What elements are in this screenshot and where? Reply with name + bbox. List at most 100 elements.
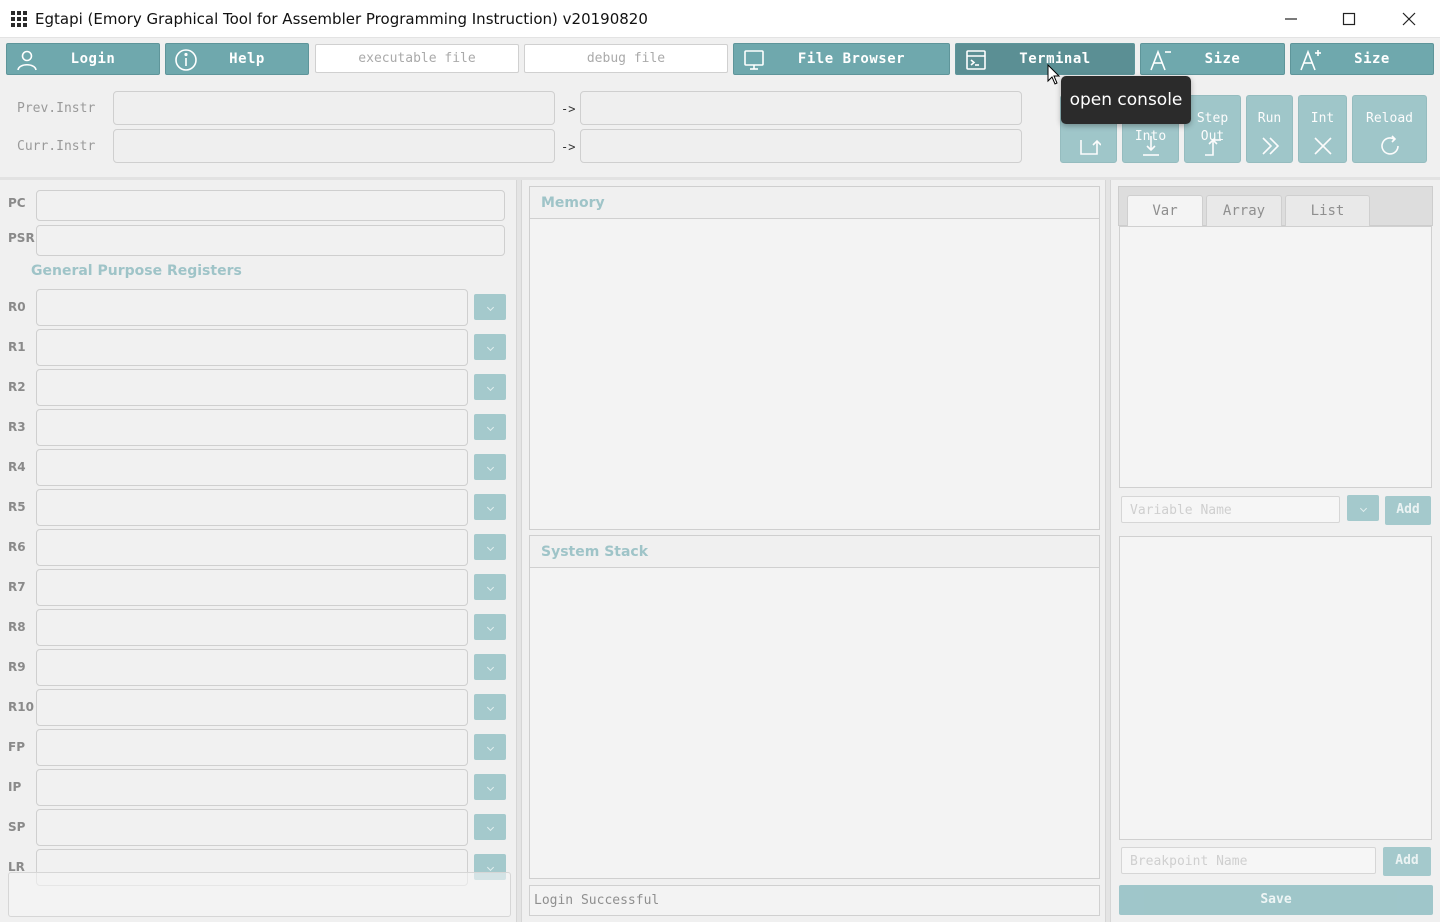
system-stack-panel: System Stack <box>529 535 1100 879</box>
curr-instr-arrow: -> <box>561 140 576 154</box>
register-format-dropdown[interactable] <box>474 534 506 560</box>
size-up-label: Size <box>1354 51 1390 67</box>
register-label: R2 <box>8 380 26 394</box>
help-label: Help <box>229 51 265 67</box>
step-over-icon <box>1077 134 1102 158</box>
register-format-dropdown[interactable] <box>474 374 506 400</box>
file-browser-label: File Browser <box>797 51 906 67</box>
close-icon[interactable] <box>1380 0 1438 38</box>
pc-label: PC <box>8 196 26 210</box>
register-format-dropdown[interactable] <box>474 614 506 640</box>
prev-instr-field <box>113 91 555 125</box>
gpr-title: General Purpose Registers <box>31 263 242 279</box>
variable-type-dropdown[interactable] <box>1347 495 1379 521</box>
register-value-field <box>36 769 468 806</box>
font-size-decrease-button[interactable]: Size <box>1140 43 1285 75</box>
executable-file-input[interactable]: executable file <box>315 44 519 73</box>
register-format-dropdown[interactable] <box>474 814 506 840</box>
left-splitter[interactable] <box>516 180 522 922</box>
interrupt-button[interactable]: Int <box>1298 95 1347 163</box>
left-bottom-box <box>8 872 511 917</box>
register-format-dropdown[interactable] <box>474 694 506 720</box>
tab-array[interactable]: Array <box>1206 195 1282 226</box>
pc-field <box>36 190 505 221</box>
tab-list[interactable]: List <box>1285 195 1370 226</box>
register-value-field <box>36 609 468 646</box>
font-size-increase-button[interactable]: Size <box>1290 43 1434 75</box>
register-format-dropdown[interactable] <box>474 734 506 760</box>
register-label: R8 <box>8 620 26 634</box>
register-format-dropdown[interactable] <box>474 654 506 680</box>
register-label: R9 <box>8 660 26 674</box>
minimize-icon[interactable] <box>1262 0 1320 38</box>
register-format-dropdown[interactable] <box>474 414 506 440</box>
status-field: Login Successful <box>529 885 1100 916</box>
breakpoint-name-input[interactable]: Breakpoint Name <box>1121 847 1376 874</box>
file-browser-button[interactable]: File Browser <box>733 43 950 75</box>
register-value-field <box>36 729 468 766</box>
add-variable-button[interactable]: Add <box>1385 496 1431 525</box>
register-value-field <box>36 369 468 406</box>
run-button[interactable]: Run <box>1246 95 1293 163</box>
prev-instr-result-field <box>580 91 1022 125</box>
reload-label: Reload <box>1366 111 1413 126</box>
psr-field <box>36 225 505 256</box>
mouse-cursor-icon <box>1047 64 1061 85</box>
curr-instr-result-field <box>580 129 1022 163</box>
variable-list <box>1119 226 1432 488</box>
register-value-field <box>36 809 468 846</box>
register-label: R1 <box>8 340 26 354</box>
register-format-dropdown[interactable] <box>474 454 506 480</box>
save-button[interactable]: Save <box>1119 885 1433 915</box>
size-down-label: Size <box>1204 51 1241 67</box>
prev-instr-label: Prev.Instr <box>17 101 96 116</box>
register-format-dropdown[interactable] <box>474 294 506 320</box>
refresh-icon <box>1378 134 1402 158</box>
register-label: R6 <box>8 540 26 554</box>
register-label: IP <box>8 780 22 794</box>
right-splitter[interactable] <box>1105 180 1111 922</box>
register-value-field <box>36 489 468 526</box>
register-value-field <box>36 689 468 726</box>
terminal-button[interactable]: Terminal <box>955 43 1135 75</box>
curr-instr-label: Curr.Instr <box>17 139 96 154</box>
help-button[interactable]: Help <box>165 43 309 75</box>
tab-var[interactable]: Var <box>1127 195 1203 226</box>
memory-title: Memory <box>530 187 1099 219</box>
system-stack-title: System Stack <box>530 536 1099 568</box>
curr-instr-field <box>113 129 555 163</box>
title-bar: Egtapi (Emory Graphical Tool for Assembl… <box>0 0 1440 38</box>
register-label: SP <box>8 820 26 834</box>
register-format-dropdown[interactable] <box>474 774 506 800</box>
step-out-icon <box>1201 134 1225 158</box>
register-label: FP <box>8 740 25 754</box>
variable-name-input[interactable]: Variable Name <box>1121 496 1340 523</box>
reload-button[interactable]: Reload <box>1352 95 1427 163</box>
terminal-label: Terminal <box>1019 51 1091 67</box>
register-value-field <box>36 289 468 326</box>
breakpoint-list <box>1119 536 1432 840</box>
register-label: R7 <box>8 580 26 594</box>
register-format-dropdown[interactable] <box>474 334 506 360</box>
maximize-icon[interactable] <box>1320 0 1378 38</box>
login-button[interactable]: Login <box>6 43 160 75</box>
debug-file-input[interactable]: debug file <box>524 44 728 73</box>
login-label: Login <box>70 51 116 67</box>
window-title: Egtapi (Emory Graphical Tool for Assembl… <box>35 10 648 28</box>
prev-instr-arrow: -> <box>561 102 576 116</box>
step-into-icon <box>1139 134 1163 158</box>
register-label: R3 <box>8 420 26 434</box>
register-label: R10 <box>8 700 34 714</box>
app-grid-icon <box>11 11 27 27</box>
register-value-field <box>36 649 468 686</box>
add-breakpoint-button[interactable]: Add <box>1383 847 1431 876</box>
terminal-tooltip: open console <box>1061 76 1191 124</box>
register-value-field <box>36 529 468 566</box>
fast-forward-icon <box>1258 134 1282 158</box>
register-format-dropdown[interactable] <box>474 494 506 520</box>
psr-label: PSR <box>8 231 35 245</box>
register-value-field <box>36 449 468 486</box>
register-format-dropdown[interactable] <box>474 574 506 600</box>
step-out-label-1: Step <box>1196 111 1229 126</box>
step-out-button[interactable]: Step Out <box>1184 95 1241 163</box>
